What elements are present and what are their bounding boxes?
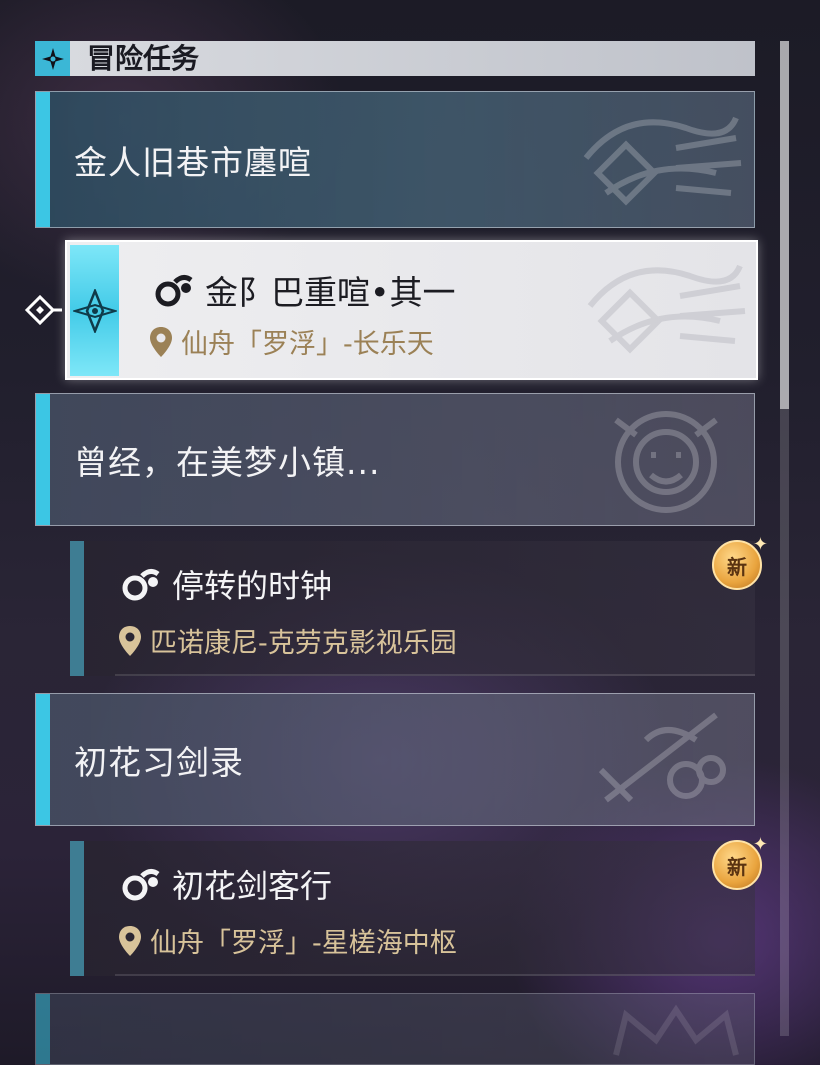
quest-group-header[interactable]: 曾经，在美梦小镇...	[35, 393, 755, 526]
quest-title: 金阝巴重喧•其一	[205, 273, 456, 312]
crystal-diamond-icon	[70, 245, 119, 376]
bird-emblem-icon	[583, 116, 742, 206]
selection-pointer-icon	[24, 294, 62, 326]
quest-location: 仙舟「罗浮」-长乐天	[181, 329, 434, 360]
quest-title: 停转的时钟	[172, 567, 333, 605]
quest-group-header[interactable]: 初花习剑录	[35, 693, 755, 826]
quest-item-bar	[70, 841, 84, 976]
location-pin-icon	[150, 326, 172, 357]
scrollbar-thumb[interactable]	[780, 41, 789, 409]
quest-group-label: 曾经，在美梦小镇...	[74, 442, 381, 482]
quest-group-label: 初花习剑录	[74, 742, 244, 782]
quest-item[interactable]: 初花剑客行 仙舟「罗浮」-星槎海中枢	[70, 841, 755, 976]
scrollbar[interactable]	[780, 41, 789, 1036]
quest-type-icon	[122, 568, 160, 601]
location-pin-icon	[119, 625, 141, 656]
crown-emblem-icon	[613, 1004, 739, 1056]
new-badge-label: 新	[727, 854, 747, 879]
quest-type-icon	[122, 868, 160, 901]
new-badge-label: 新	[727, 554, 747, 579]
section-title: 冒险任务	[87, 42, 200, 75]
sparkle-icon: ✦	[752, 834, 768, 855]
quest-group-header[interactable]	[35, 993, 755, 1065]
divider	[115, 674, 755, 676]
quest-group-label: 金人旧巷市廛喧	[74, 142, 312, 182]
quest-item-bar	[70, 541, 84, 676]
quest-title: 初花剑客行	[172, 867, 333, 905]
quest-type-icon	[155, 274, 193, 307]
location-pin-icon	[119, 925, 141, 956]
quest-item-selected[interactable]: 金阝巴重喧•其一 仙舟「罗浮」-长乐天	[65, 240, 758, 380]
four-point-star-icon	[35, 41, 70, 76]
new-badge: 新 ✦	[712, 534, 768, 590]
quest-item[interactable]: 停转的时钟 匹诺康尼-克劳克影视乐园	[70, 541, 755, 676]
clock-face-emblem-icon	[614, 411, 718, 513]
quest-location: 匹诺康尼-克劳克影视乐园	[150, 628, 457, 659]
section-header: 冒险任务	[35, 41, 755, 76]
new-badge: 新 ✦	[712, 834, 768, 890]
divider	[115, 974, 755, 976]
sword-flower-emblem-icon	[598, 712, 726, 803]
quest-location: 仙舟「罗浮」-星槎海中枢	[150, 928, 457, 959]
bird-emblem-icon	[587, 264, 746, 354]
sparkle-icon: ✦	[752, 534, 768, 555]
quest-group-header[interactable]: 金人旧巷市廛喧	[35, 91, 755, 228]
